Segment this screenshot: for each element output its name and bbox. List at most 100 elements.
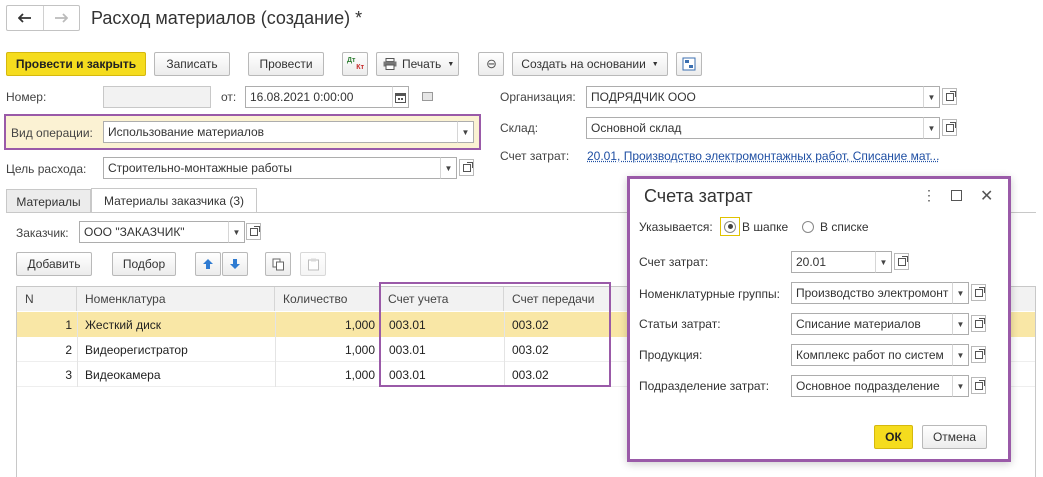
- department-dropdown[interactable]: ▼: [952, 375, 969, 397]
- radio-in-header-label[interactable]: В шапке: [742, 220, 788, 234]
- copy-button[interactable]: [265, 252, 291, 276]
- tab-materials[interactable]: Материалы: [6, 189, 91, 213]
- column-divider: [275, 312, 276, 387]
- product-dropdown[interactable]: ▼: [952, 344, 969, 366]
- add-button[interactable]: Добавить: [16, 252, 92, 276]
- move-down-button[interactable]: [222, 252, 248, 276]
- warehouse-open-button[interactable]: [942, 119, 957, 136]
- kt-label: Кт: [356, 64, 364, 71]
- arrow-right-icon: [55, 13, 69, 23]
- back-button[interactable]: [7, 6, 44, 30]
- tab-customer-materials[interactable]: Материалы заказчика (3): [91, 188, 257, 213]
- chevron-down-icon: ▼: [956, 381, 965, 391]
- number-label: Номер:: [6, 90, 47, 104]
- customer-open-button[interactable]: [246, 223, 261, 240]
- open-icon: [945, 90, 956, 101]
- organization-dropdown[interactable]: ▼: [923, 86, 940, 108]
- warehouse-field[interactable]: Основной склад: [586, 117, 924, 139]
- paste-button[interactable]: [300, 252, 326, 276]
- purpose-field[interactable]: Строительно-монтажные работы: [103, 157, 441, 179]
- customer-label: Заказчик:: [16, 226, 69, 240]
- cost-account-link[interactable]: 20.01, Производство электромонтажных раб…: [587, 149, 939, 163]
- row-nomenclature[interactable]: Жесткий диск: [85, 312, 161, 337]
- radio-in-list-label[interactable]: В списке: [820, 220, 869, 234]
- column-header-quantity[interactable]: Количество: [275, 287, 380, 311]
- date-label: от:: [221, 90, 237, 104]
- calendar-button[interactable]: [392, 86, 409, 108]
- radio-in-header[interactable]: [720, 217, 740, 236]
- dt-kt-button[interactable]: Дт Кт: [342, 52, 368, 76]
- column-header-nomenclature[interactable]: Номенклатура: [77, 287, 275, 311]
- row-quantity[interactable]: 1,000: [275, 312, 375, 337]
- row-quantity[interactable]: 1,000: [275, 362, 375, 387]
- operation-type-label: Вид операции:: [11, 126, 93, 140]
- open-icon: [974, 348, 985, 359]
- cost-items-dropdown[interactable]: ▼: [952, 313, 969, 335]
- chevron-down-icon: ▼: [927, 92, 936, 102]
- post-and-close-button[interactable]: Провести и закрыть: [6, 52, 146, 76]
- create-based-on-button[interactable]: Создать на основании ▼: [512, 52, 668, 76]
- row-quantity[interactable]: 1,000: [275, 337, 375, 362]
- customer-dropdown[interactable]: ▼: [228, 221, 245, 243]
- warehouse-label: Склад:: [500, 121, 539, 135]
- chevron-down-icon: ▼: [879, 257, 888, 267]
- paste-icon: [307, 258, 319, 270]
- maximize-icon[interactable]: [951, 190, 962, 201]
- chevron-down-icon: ▼: [927, 123, 936, 133]
- open-icon: [249, 225, 260, 236]
- row-nomenclature[interactable]: Видеорегистратор: [85, 337, 188, 362]
- nav-group: [6, 5, 80, 31]
- arrow-down-icon: [230, 259, 240, 269]
- forward-button[interactable]: [44, 6, 80, 30]
- operation-type-dropdown[interactable]: ▼: [457, 121, 474, 143]
- department-open[interactable]: [971, 377, 986, 394]
- history-icon[interactable]: [422, 92, 433, 101]
- nomenclature-groups-open[interactable]: [971, 284, 986, 301]
- chevron-down-icon: ▼: [461, 127, 470, 137]
- column-header-n[interactable]: N: [17, 287, 77, 311]
- chevron-down-icon: ▼: [651, 60, 659, 68]
- nomenclature-groups-field[interactable]: Производство электромонт: [791, 282, 953, 304]
- cancel-button[interactable]: Отмена: [922, 425, 987, 449]
- attach-button[interactable]: ⊘: [478, 52, 504, 76]
- close-icon[interactable]: ✕: [980, 186, 993, 206]
- cost-items-field[interactable]: Списание материалов: [791, 313, 953, 335]
- print-button[interactable]: Печать ▼: [376, 52, 459, 76]
- dt-kt-icon: Дт Кт: [346, 56, 364, 72]
- chevron-down-icon: ▼: [956, 319, 965, 329]
- paperclip-icon: ⊘: [482, 54, 501, 73]
- organization-field[interactable]: ПОДРЯДЧИК ООО: [586, 86, 924, 108]
- chevron-down-icon: ▼: [447, 60, 455, 68]
- organization-open-button[interactable]: [942, 88, 957, 105]
- date-field[interactable]: 16.08.2021 0:00:00: [245, 86, 393, 108]
- operation-type-field[interactable]: Использование материалов: [103, 121, 458, 143]
- purpose-label: Цель расхода:: [6, 162, 87, 176]
- pick-button[interactable]: Подбор: [112, 252, 176, 276]
- dialog-cost-account-dropdown[interactable]: ▼: [875, 251, 892, 273]
- move-up-button[interactable]: [195, 252, 221, 276]
- product-open[interactable]: [971, 346, 986, 363]
- create-based-label: Создать на основании: [521, 57, 646, 71]
- ok-button[interactable]: ОК: [874, 425, 913, 449]
- structure-button[interactable]: [676, 52, 702, 76]
- purpose-dropdown[interactable]: ▼: [440, 157, 457, 179]
- post-button[interactable]: Провести: [248, 52, 324, 76]
- product-field[interactable]: Комплекс работ по систем: [791, 344, 953, 366]
- chevron-down-icon: ▼: [956, 288, 965, 298]
- department-field[interactable]: Основное подразделение: [791, 375, 953, 397]
- nomenclature-groups-dropdown[interactable]: ▼: [952, 282, 969, 304]
- dialog-cost-account-open[interactable]: [894, 253, 909, 270]
- open-icon: [945, 121, 956, 132]
- number-field[interactable]: [103, 86, 211, 108]
- warehouse-dropdown[interactable]: ▼: [923, 117, 940, 139]
- row-nomenclature[interactable]: Видеокамера: [85, 362, 161, 387]
- more-icon[interactable]: ⋮: [922, 187, 936, 204]
- save-button[interactable]: Записать: [154, 52, 230, 76]
- purpose-open-button[interactable]: [459, 159, 474, 176]
- structure-icon: [682, 57, 696, 71]
- dialog-cost-account-field[interactable]: 20.01: [791, 251, 876, 273]
- cost-items-open[interactable]: [971, 315, 986, 332]
- department-label: Подразделение затрат:: [639, 379, 770, 393]
- radio-in-list[interactable]: [802, 221, 814, 233]
- customer-field[interactable]: ООО "ЗАКАЗЧИК": [79, 221, 229, 243]
